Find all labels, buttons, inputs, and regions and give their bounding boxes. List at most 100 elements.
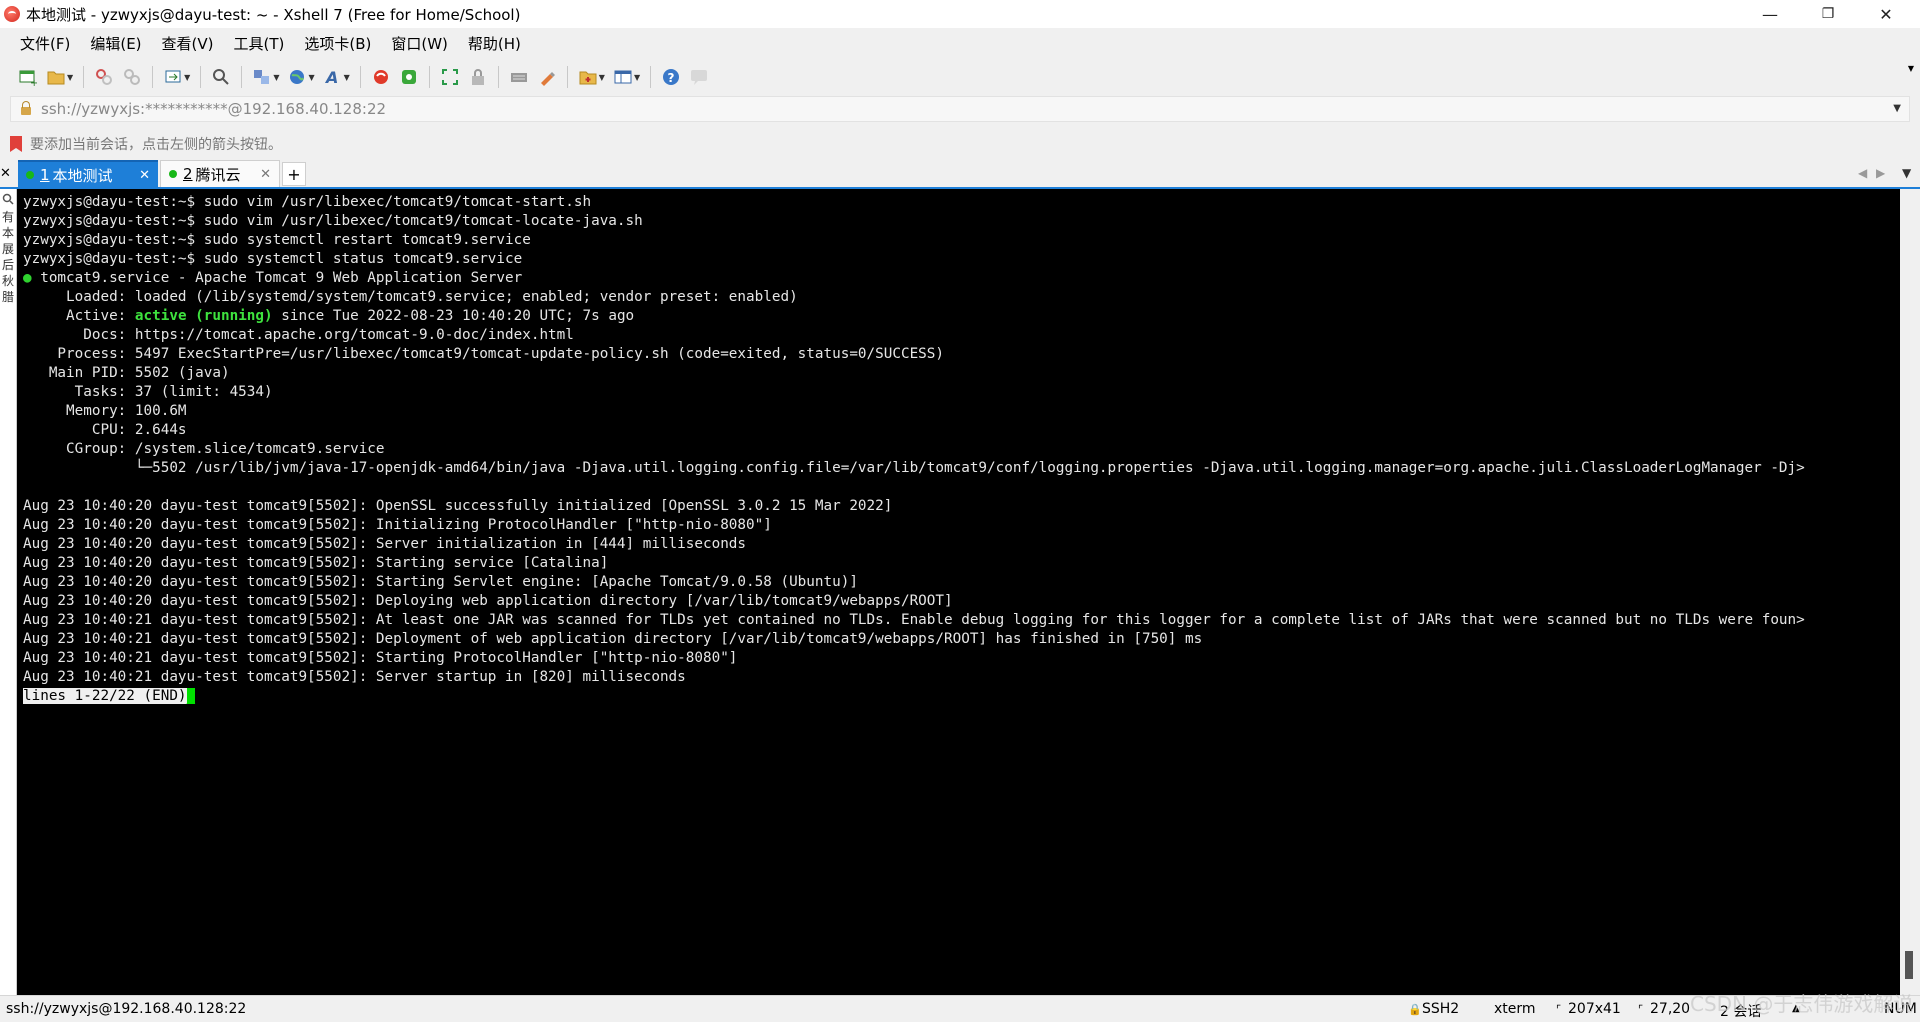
terminal-scrollbar[interactable] xyxy=(1900,189,1920,995)
log-line: Aug 23 10:40:21 dayu-test tomcat9[5502]:… xyxy=(23,612,1805,628)
svg-text:+: + xyxy=(30,78,37,86)
new-session-icon[interactable]: + xyxy=(17,66,39,88)
properties-dropdown-icon[interactable]: ▼ xyxy=(273,73,279,82)
add-tab-button[interactable]: + xyxy=(282,162,306,186)
log-line: Aug 23 10:40:20 dayu-test tomcat9[5502]:… xyxy=(23,574,858,590)
log-line: Aug 23 10:40:21 dayu-test tomcat9[5502]:… xyxy=(23,650,738,666)
menu-edit[interactable]: 编辑(E) xyxy=(82,32,149,56)
tab-close-icon[interactable]: ✕ xyxy=(139,168,150,183)
detail-line: Memory: 100.6M xyxy=(23,403,187,419)
xshell-logo-icon[interactable] xyxy=(370,66,392,88)
toolbar: + ▼ ▼ ▼ ▼ A ▼ ▼ ▼ ? ▼ xyxy=(0,60,1920,94)
scrollbar-thumb[interactable] xyxy=(1905,951,1913,979)
disconnect-icon[interactable] xyxy=(121,66,143,88)
status-connection: ssh://yzwyxjs@192.168.40.128:22 xyxy=(6,1001,247,1017)
tab-local-test[interactable]: 1 本地测试 ✕ xyxy=(18,160,158,188)
terminal-line: yzwyxjs@dayu-test:~$ sudo vim /usr/libex… xyxy=(23,194,592,210)
sidebar-char: 本 xyxy=(1,226,14,240)
fullscreen-icon[interactable] xyxy=(439,66,461,88)
transfer-dropdown-icon[interactable]: ▼ xyxy=(184,73,190,82)
sidebar-char: 后 xyxy=(1,258,14,272)
keyboard-icon[interactable] xyxy=(508,66,530,88)
connect-icon[interactable] xyxy=(93,66,115,88)
address-dropdown-icon[interactable]: ▼ xyxy=(1893,103,1901,114)
menu-help[interactable]: 帮助(H) xyxy=(460,32,529,56)
help-icon[interactable]: ? xyxy=(660,66,682,88)
bookmark-icon[interactable] xyxy=(10,136,22,152)
open-dropdown-icon[interactable]: ▼ xyxy=(67,73,73,82)
toolbar-separator xyxy=(152,66,154,88)
menu-file[interactable]: 文件(F) xyxy=(12,32,78,56)
menu-tabs[interactable]: 选项卡(B) xyxy=(296,32,379,56)
menu-tools[interactable]: 工具(T) xyxy=(226,32,293,56)
svg-text:A: A xyxy=(324,68,338,86)
search-icon[interactable] xyxy=(210,66,232,88)
terminal-line: yzwyxjs@dayu-test:~$ sudo systemctl rest… xyxy=(23,232,531,248)
toolbar-separator xyxy=(200,66,202,88)
tab-next-icon[interactable]: ▶ xyxy=(1876,166,1885,180)
maximize-button[interactable]: ❐ xyxy=(1800,0,1856,28)
layout-icon[interactable] xyxy=(612,66,634,88)
tab-close-icon[interactable]: ✕ xyxy=(260,167,271,182)
log-line: Aug 23 10:40:21 dayu-test tomcat9[5502]:… xyxy=(23,669,686,685)
open-folder-icon[interactable] xyxy=(45,66,67,88)
font-dropdown-icon[interactable]: ▼ xyxy=(344,73,350,82)
transfer-icon[interactable] xyxy=(162,66,184,88)
layout-dropdown-icon[interactable]: ▼ xyxy=(634,73,640,82)
minimize-button[interactable]: — xyxy=(1742,0,1798,28)
terminal-view[interactable]: yzwyxjs@dayu-test:~$ sudo vim /usr/libex… xyxy=(17,189,1900,995)
detail-line: Main PID: 5502 (java) xyxy=(23,365,230,381)
detail-line: CPU: 2.644s xyxy=(23,422,187,438)
chat-icon[interactable] xyxy=(688,66,710,88)
status-protocol: SSH2 xyxy=(1422,1001,1460,1017)
menu-view[interactable]: 查看(V) xyxy=(154,32,222,56)
toolbar-separator xyxy=(241,66,243,88)
loaded-line: Loaded: loaded (/lib/systemd/system/tomc… xyxy=(23,289,798,305)
title-bar: 本地测试 - yzwyxjs@dayu-test: ~ - Xshell 7 (… xyxy=(0,0,1920,28)
xftp-icon[interactable] xyxy=(398,66,420,88)
address-input[interactable]: ssh://yzwyxjs:***********@192.168.40.128… xyxy=(41,100,386,118)
menu-bar: 文件(F) 编辑(E) 查看(V) 工具(T) 选项卡(B) 窗口(W) 帮助(… xyxy=(0,28,1920,60)
detail-line: Process: 5497 ExecStartPre=/usr/libexec/… xyxy=(23,346,944,362)
tab-tencent-cloud[interactable]: 2 腾讯云 ✕ xyxy=(160,160,280,188)
address-bar[interactable]: ssh://yzwyxjs:***********@192.168.40.128… xyxy=(10,96,1910,122)
svg-text:?: ? xyxy=(668,71,675,85)
log-line: Aug 23 10:40:20 dayu-test tomcat9[5502]:… xyxy=(23,517,772,533)
active-state: active (running) xyxy=(134,308,273,324)
plus-icon: + xyxy=(287,164,301,184)
close-pane-icon[interactable]: ✕ xyxy=(0,166,11,181)
session-sidebar[interactable]: 有 本 展 后 秋 腊 xyxy=(0,189,17,995)
ssh-lock-icon: 🔒 xyxy=(1408,1003,1422,1016)
status-terminal-type: xterm xyxy=(1494,1001,1536,1017)
active-since: since Tue 2022-08-23 10:40:20 UTC; 7s ag… xyxy=(272,308,635,324)
globe-icon[interactable] xyxy=(286,66,308,88)
globe-dropdown-icon[interactable]: ▼ xyxy=(308,73,314,82)
detail-line: CGroup: /system.slice/tomcat9.service xyxy=(23,441,385,457)
hint-text: 要添加当前会话，点击左侧的箭头按钮。 xyxy=(30,137,282,153)
connected-status-icon xyxy=(169,170,177,178)
sidebar-search-icon[interactable] xyxy=(0,193,16,209)
log-line: Aug 23 10:40:20 dayu-test tomcat9[5502]:… xyxy=(23,498,893,514)
sidebar-char: 展 xyxy=(1,242,14,256)
toolbar-separator xyxy=(650,66,652,88)
close-window-button[interactable]: ✕ xyxy=(1858,0,1914,28)
minimize-icon: — xyxy=(1762,4,1778,24)
service-line: tomcat9.service - Apache Tomcat 9 Web Ap… xyxy=(31,270,523,286)
menu-window[interactable]: 窗口(W) xyxy=(383,32,456,56)
status-bar: ssh://yzwyxjs@192.168.40.128:22 🔒 SSH2 x… xyxy=(0,995,1920,1022)
toolbar-separator xyxy=(428,66,430,88)
tab-list-icon[interactable]: ▼ xyxy=(1902,166,1911,180)
font-icon[interactable]: A xyxy=(322,66,344,88)
new-tab-folder-icon[interactable] xyxy=(577,66,599,88)
detail-line: Tasks: 37 (limit: 4534) xyxy=(23,384,273,400)
lock-icon[interactable] xyxy=(467,66,489,88)
new-tab-dropdown-icon[interactable]: ▼ xyxy=(599,73,605,82)
sidebar-char: 有 xyxy=(1,210,14,224)
active-label: Active: xyxy=(23,308,135,324)
highlight-icon[interactable] xyxy=(536,66,558,88)
watermark: CSDN @于志伟游戏解说 xyxy=(1690,992,1914,1016)
toolbar-overflow-icon[interactable]: ▼ xyxy=(1908,64,1914,73)
tab-prev-icon[interactable]: ◀ xyxy=(1858,166,1867,180)
sidebar-char: 秋 xyxy=(1,274,14,288)
properties-icon[interactable] xyxy=(251,66,273,88)
